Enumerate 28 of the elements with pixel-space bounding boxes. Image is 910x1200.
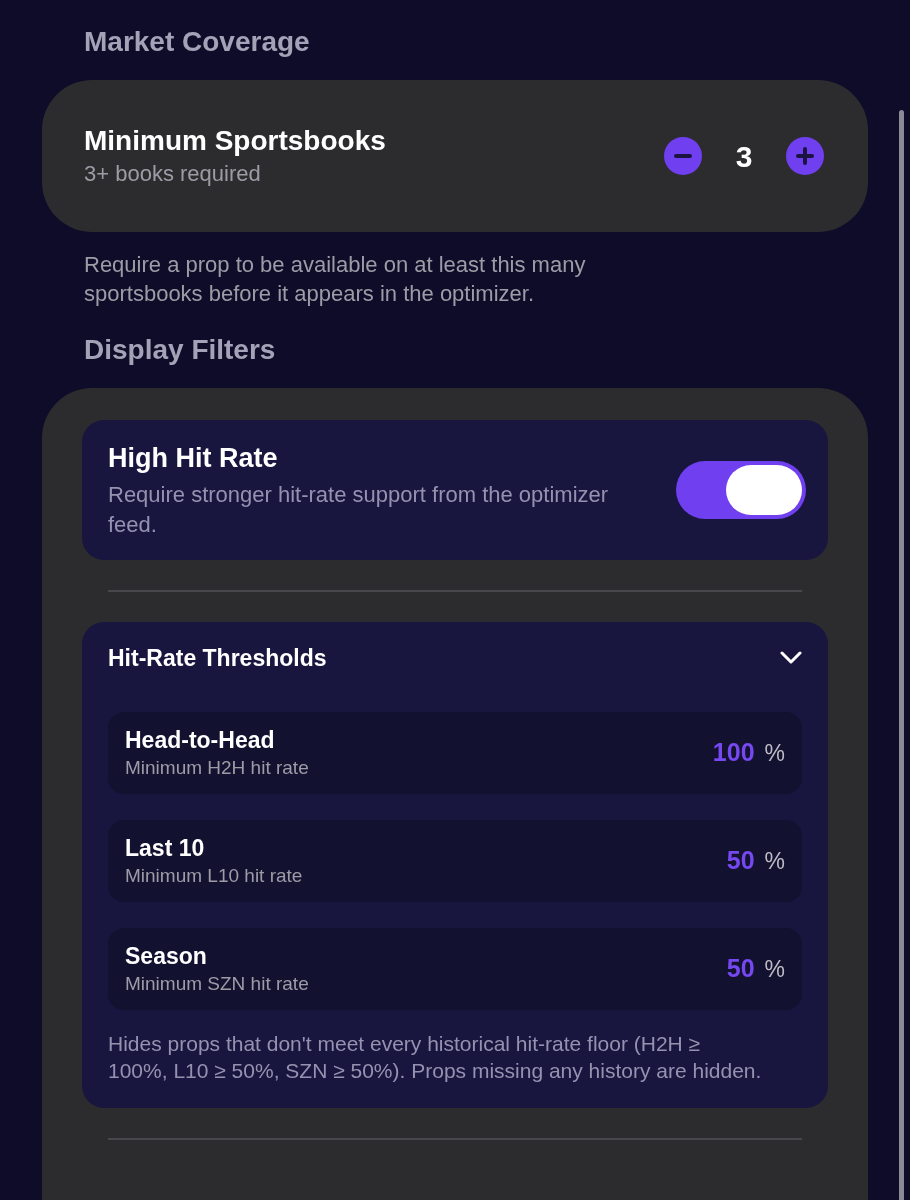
accordion-header[interactable]: Hit-Rate Thresholds: [108, 642, 802, 674]
section-heading: Market Coverage: [83, 25, 311, 59]
setting-title: Minimum Sportsbooks: [84, 124, 386, 158]
threshold-title: Season: [125, 942, 208, 971]
decrement-button[interactable]: [664, 137, 702, 175]
threshold-subtitle: Minimum SZN hit rate: [125, 972, 309, 996]
setting-subtitle: 3+ books required: [84, 160, 262, 188]
stepper-value: 3: [734, 138, 754, 175]
increment-button[interactable]: [786, 137, 824, 175]
threshold-value[interactable]: 100: [712, 734, 755, 772]
plus-icon: [796, 147, 814, 165]
toggle-description: Require stronger hit-rate support from the optimizer feed.: [108, 481, 610, 539]
threshold-subtitle: Minimum H2H hit rate: [125, 756, 309, 780]
toggle-title: High Hit Rate: [108, 442, 279, 475]
toggle-switch[interactable]: [676, 461, 806, 519]
threshold-value[interactable]: 50: [726, 842, 755, 880]
percent-unit: %: [764, 847, 785, 877]
setting-description: Require a prop to be available on at least this many sportsbooks before it appears in the optimizer.: [83, 251, 587, 308]
threshold-title: Head-to-Head: [125, 726, 276, 755]
percent-unit: %: [764, 739, 785, 769]
percent-unit: %: [764, 955, 785, 985]
threshold-title: Last 10: [125, 834, 206, 863]
section-heading: Display Filters: [83, 333, 277, 367]
threshold-note: Hides props that don't meet every historical hit-rate floor (H2H ≥ 100%, L10 ≥ 50%, SZN ≥ 50%). Props missing any history are hidden.: [108, 1031, 763, 1084]
minus-icon: [674, 154, 692, 158]
threshold-value[interactable]: 50: [726, 950, 755, 988]
threshold-subtitle: Minimum L10 hit rate: [125, 864, 303, 888]
scrollbar-icon: [899, 110, 904, 1200]
